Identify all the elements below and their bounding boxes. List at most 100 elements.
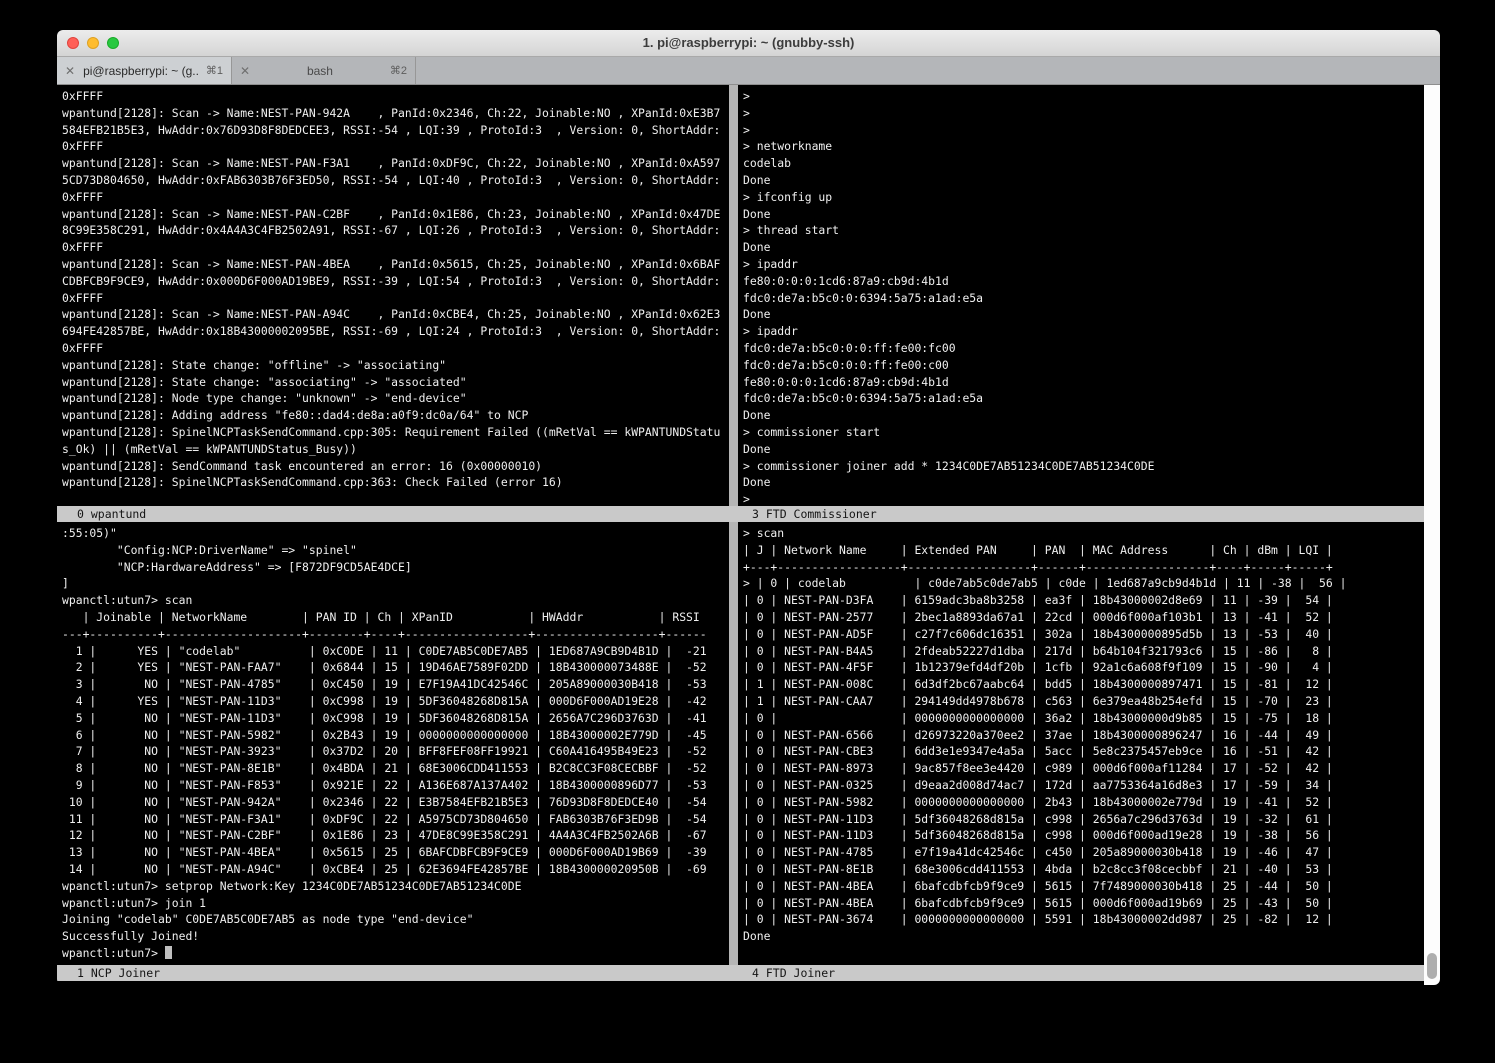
tmux-statusbar-top: 0 wpantund 3 FTD Commissioner xyxy=(57,506,1424,522)
terminal-line: 694FE42857BE, HwAddr:0x18B43000002095BE,… xyxy=(62,323,729,340)
terminal-line: | 0 | NEST-PAN-5982 | 0000000000000000 |… xyxy=(743,794,1424,811)
top-pane-row: 0xFFFFwpantund[2128]: Scan -> Name:NEST-… xyxy=(57,85,1440,506)
terminal-line: 2 | YES | "NEST-PAN-FAA7" | 0x6844 | 15 … xyxy=(62,659,729,676)
tab-label: bash xyxy=(258,64,382,78)
terminal-line: | 0 | NEST-PAN-4BEA | 6bafcdbfcb9f9ce9 |… xyxy=(743,895,1424,912)
terminal-line: | 0 | NEST-PAN-0325 | d9eaa2d008d74ac7 |… xyxy=(743,777,1424,794)
terminal-line: 11 | NO | "NEST-PAN-F3A1" | 0xDF9C | 22 … xyxy=(62,811,729,828)
terminal-line: Done xyxy=(743,172,1424,189)
terminal-line: > ipaddr xyxy=(743,323,1424,340)
terminal-line: Successfully Joined! xyxy=(62,928,729,945)
terminal-line: | 0 | NEST-PAN-8973 | 9ac857f8ee3e4420 |… xyxy=(743,760,1424,777)
terminal-line: wpantund[2128]: State change: "associati… xyxy=(62,374,729,391)
close-window-button[interactable] xyxy=(67,37,79,49)
terminal-line: 5CD73D804650, HwAddr:0xFAB6303B76F3ED50,… xyxy=(62,172,729,189)
pane-ncp-joiner[interactable]: :55:05)" "Config:NCP:DriverName" => "spi… xyxy=(57,522,729,965)
pane-divider[interactable] xyxy=(729,85,738,506)
shell-prompt: wpanctl:utun7> xyxy=(62,946,165,960)
terminal-line: | 0 | NEST-PAN-3674 | 0000000000000000 |… xyxy=(743,911,1424,928)
terminal-line: > commissioner start xyxy=(743,424,1424,441)
terminal-line: > ifconfig up xyxy=(743,189,1424,206)
terminal-line: ---+----------+--------------------+----… xyxy=(62,626,729,643)
fullscreen-window-button[interactable] xyxy=(107,37,119,49)
terminal-line: Done xyxy=(743,441,1424,458)
terminal-line: fdc0:de7a:b5c0:0:0:ff:fe00:c00 xyxy=(743,357,1424,374)
terminal-content: 0xFFFFwpantund[2128]: Scan -> Name:NEST-… xyxy=(57,85,1440,985)
pane-ftd-commissioner[interactable]: >>>> networknamecodelabDone> ifconfig up… xyxy=(738,85,1424,506)
terminal-cursor xyxy=(165,946,172,959)
tab-close-icon[interactable]: ✕ xyxy=(240,64,250,78)
terminal-line: wpantund[2128]: SendCommand task encount… xyxy=(62,458,729,475)
terminal-line: | 0 | NEST-PAN-8E1B | 68e3006cdd411553 |… xyxy=(743,861,1424,878)
terminal-line: fdc0:de7a:b5c0:0:0:ff:fe00:fc00 xyxy=(743,340,1424,357)
terminal-line: | 0 | NEST-PAN-6566 | d26973220a370ee2 |… xyxy=(743,727,1424,744)
tab-ssh-session[interactable]: ✕ pi@raspberrypi: ~ (g... ⌘1 xyxy=(57,57,232,84)
minimize-window-button[interactable] xyxy=(87,37,99,49)
prompt-line: wpanctl:utun7> xyxy=(62,945,729,962)
tab-bash[interactable]: ✕ bash ⌘2 xyxy=(232,57,416,84)
pane-status-ncp-joiner: 1 NCP Joiner xyxy=(57,965,738,981)
terminal-line: wpantund[2128]: Scan -> Name:NEST-PAN-A9… xyxy=(62,306,729,323)
terminal-line: fe80:0:0:0:1cd6:87a9:cb9d:4b1d xyxy=(743,374,1424,391)
terminal-line: wpantund[2128]: Scan -> Name:NEST-PAN-F3… xyxy=(62,155,729,172)
terminal-line: wpanctl:utun7> scan xyxy=(62,592,729,609)
terminal-line: | J | Network Name | Extended PAN | PAN … xyxy=(743,542,1424,559)
terminal-line: Done xyxy=(743,407,1424,424)
terminal-line: 0xFFFF xyxy=(62,290,729,307)
terminal-window: 1. pi@raspberrypi: ~ (gnubby-ssh) ✕ pi@r… xyxy=(57,30,1440,985)
terminal-line: > xyxy=(743,491,1424,506)
terminal-line: "Config:NCP:DriverName" => "spinel" xyxy=(62,542,729,559)
bottom-pane-row: :55:05)" "Config:NCP:DriverName" => "spi… xyxy=(57,522,1440,965)
terminal-line: Done xyxy=(743,474,1424,491)
terminal-line: CDBFCB9F9CE9, HwAddr:0x000D6F000AD19BE9,… xyxy=(62,273,729,290)
terminal-line: Done xyxy=(743,206,1424,223)
terminal-line: 14 | NO | "NEST-PAN-A94C" | 0xCBE4 | 25 … xyxy=(62,861,729,878)
terminal-line: > xyxy=(743,88,1424,105)
scrollbar-thumb[interactable] xyxy=(1427,953,1437,979)
window-titlebar[interactable]: 1. pi@raspberrypi: ~ (gnubby-ssh) xyxy=(57,30,1440,57)
terminal-line: 3 | NO | "NEST-PAN-4785" | 0xC450 | 19 |… xyxy=(62,676,729,693)
terminal-line: s_Ok) || (mRetVal == kWPANTUNDStatus_Bus… xyxy=(62,441,729,458)
terminal-line: 13 | NO | "NEST-PAN-4BEA" | 0x5615 | 25 … xyxy=(62,844,729,861)
terminal-line: 584EFB21B5E3, HwAddr:0x76D93D8F8DEDCEE3,… xyxy=(62,122,729,139)
tab-shortcut-badge: ⌘2 xyxy=(390,64,407,77)
terminal-line: | 0 | NEST-PAN-2577 | 2bec1a8893da67a1 |… xyxy=(743,609,1424,626)
terminal-line: | Joinable | NetworkName | PAN ID | Ch |… xyxy=(62,609,729,626)
terminal-line: 12 | NO | "NEST-PAN-C2BF" | 0x1E86 | 23 … xyxy=(62,827,729,844)
terminal-line: fe80:0:0:0:1cd6:87a9:cb9d:4b1d xyxy=(743,273,1424,290)
terminal-line: wpantund[2128]: Node type change: "unkno… xyxy=(62,390,729,407)
terminal-line: 10 | NO | "NEST-PAN-942A" | 0x2346 | 22 … xyxy=(62,794,729,811)
tab-bar: ✕ pi@raspberrypi: ~ (g... ⌘1 ✕ bash ⌘2 xyxy=(57,57,1440,85)
pane-ftd-joiner[interactable]: > scan| J | Network Name | Extended PAN … xyxy=(738,522,1424,965)
terminal-line: > commissioner joiner add * 1234C0DE7AB5… xyxy=(743,458,1424,475)
terminal-line: 0xFFFF xyxy=(62,189,729,206)
terminal-line: codelab xyxy=(743,155,1424,172)
pane-wpantund[interactable]: 0xFFFFwpantund[2128]: Scan -> Name:NEST-… xyxy=(57,85,729,506)
terminal-line: wpantund[2128]: SpinelNCPTaskSendCommand… xyxy=(62,474,729,491)
terminal-line: > thread start xyxy=(743,222,1424,239)
terminal-line: 0xFFFF xyxy=(62,138,729,155)
pane-divider[interactable] xyxy=(729,522,738,965)
terminal-line: | 0 | | 0000000000000000 | 36a2 | 18b430… xyxy=(743,710,1424,727)
terminal-line: wpantund[2128]: Scan -> Name:NEST-PAN-94… xyxy=(62,105,729,122)
terminal-line: 0xFFFF xyxy=(62,88,729,105)
terminal-line: wpantund[2128]: State change: "offline" … xyxy=(62,357,729,374)
terminal-line: :55:05)" xyxy=(62,525,729,542)
terminal-line: ] xyxy=(62,575,729,592)
terminal-line: wpantund[2128]: Adding address "fe80::da… xyxy=(62,407,729,424)
terminal-line: 9 | NO | "NEST-PAN-F853" | 0x921E | 22 |… xyxy=(62,777,729,794)
terminal-line: wpanctl:utun7> setprop Network:Key 1234C… xyxy=(62,878,729,895)
terminal-line: 7 | NO | "NEST-PAN-3923" | 0x37D2 | 20 |… xyxy=(62,743,729,760)
terminal-line: > xyxy=(743,122,1424,139)
tab-close-icon[interactable]: ✕ xyxy=(65,64,75,78)
terminal-line: | 0 | NEST-PAN-AD5F | c27f7c606dc16351 |… xyxy=(743,626,1424,643)
terminal-line: | 0 | NEST-PAN-4BEA | 6bafcdbfcb9f9ce9 |… xyxy=(743,878,1424,895)
terminal-line: +---+------------------+----------------… xyxy=(743,559,1424,576)
terminal-line: | 1 | NEST-PAN-008C | 6d3df2bc67aabc64 |… xyxy=(743,676,1424,693)
terminal-line: Done xyxy=(743,928,1424,945)
window-title: 1. pi@raspberrypi: ~ (gnubby-ssh) xyxy=(57,30,1440,56)
scrollbar-track[interactable] xyxy=(1424,85,1440,985)
terminal-line: wpanctl:utun7> join 1 xyxy=(62,895,729,912)
terminal-line: "NCP:HardwareAddress" => [F872DF9CD5AE4D… xyxy=(62,559,729,576)
terminal-line: 0xFFFF xyxy=(62,239,729,256)
